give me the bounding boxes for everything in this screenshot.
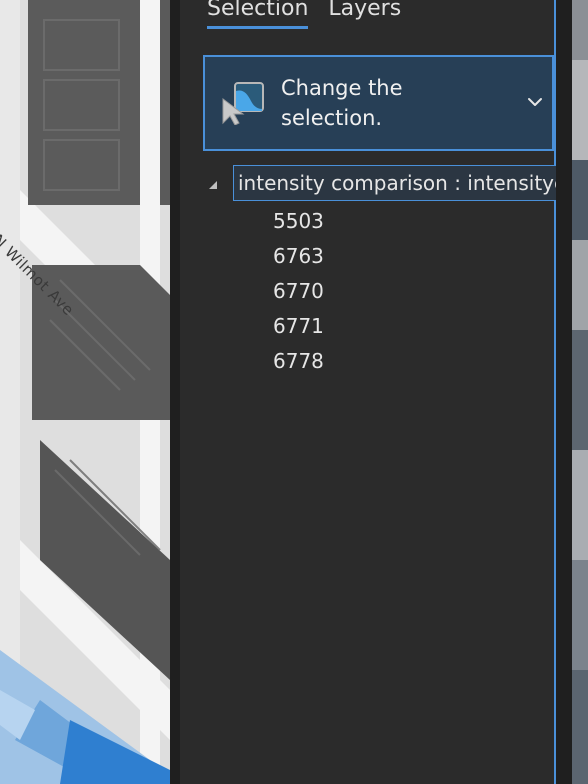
change-selection-icon — [221, 81, 265, 126]
tab-selection[interactable]: Selection — [207, 0, 309, 29]
selection-pane: Selection Layers Change the selection. i… — [170, 0, 572, 784]
imagery-edge — [572, 0, 588, 784]
change-selection-label: Change the selection. — [281, 76, 403, 130]
tree-item[interactable]: 6778 — [273, 344, 324, 379]
app-root: N Wilmot Ave Selection Layers Change the… — [0, 0, 588, 784]
tree-item[interactable]: 6771 — [273, 309, 324, 344]
tree-item[interactable]: 5503 — [273, 204, 324, 239]
tree-item[interactable]: 6770 — [273, 274, 324, 309]
pane-left-border — [170, 0, 180, 784]
pane-tabs: Selection Layers — [207, 0, 401, 34]
tree-expand-icon[interactable] — [207, 176, 219, 189]
tree-items: 5503 6763 6770 6771 6778 — [273, 204, 324, 379]
tree-layer-row[interactable]: intensity comparison : intensitye — [233, 165, 569, 201]
tree-item[interactable]: 6763 — [273, 239, 324, 274]
change-selection-button[interactable]: Change the selection. — [203, 55, 554, 151]
pane-content: Selection Layers Change the selection. i… — [180, 0, 569, 784]
chevron-down-icon[interactable] — [526, 93, 544, 111]
tab-layers[interactable]: Layers — [328, 0, 401, 27]
map-view[interactable]: N Wilmot Ave — [0, 0, 170, 784]
pane-right-border — [556, 0, 572, 784]
map-graphics — [0, 0, 170, 784]
